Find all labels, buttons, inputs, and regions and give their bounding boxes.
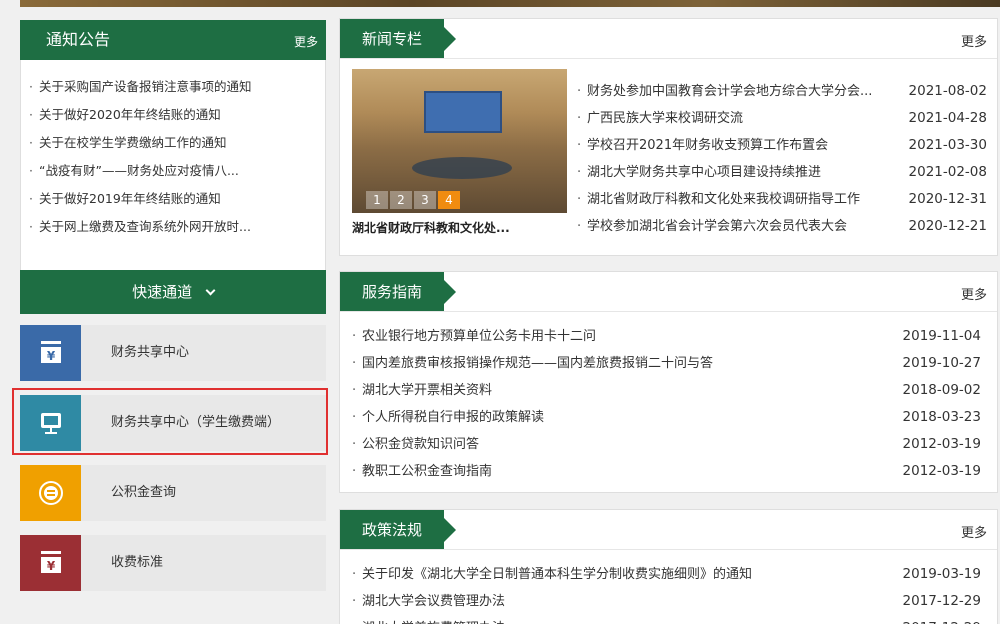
quick-item-label: 财务共享中心（学生缴费端） (111, 415, 281, 430)
quick-item-label: 收费标准 (111, 555, 164, 570)
quick-item-label: 财务共享中心 (111, 345, 190, 360)
notice-panel: 通知公告 更多 关于采购国产设备报销注意事项的通知 关于做好2020年年终结账的… (20, 20, 326, 272)
service-panel: 服务指南 更多 农业银行地方预算单位公务卡用卡十二问2019-11-04 国内差… (339, 271, 998, 493)
service-item[interactable]: 教职工公积金查询指南2012-03-19 (352, 458, 981, 485)
news-tab: 新闻专栏 (340, 19, 456, 59)
news-item[interactable]: 学校参加湖北省会计学会第六次会员代表大会2020-12-21 (577, 213, 987, 240)
service-tab: 服务指南 (340, 272, 456, 312)
notice-item[interactable]: 关于网上缴费及查询系统外网开放时... (21, 213, 325, 241)
quick-item-label: 公积金查询 (111, 485, 177, 500)
monitor-icon (20, 395, 81, 451)
chevron-down-icon (205, 285, 216, 296)
policy-header: 政策法规 更多 (340, 510, 997, 550)
news-item[interactable]: 湖北大学财务共享中心项目建设持续推进2021-02-08 (577, 159, 987, 186)
news-slideshow-image[interactable]: 1 2 3 4 (352, 69, 567, 213)
slideshow-pager: 1 2 3 4 (366, 191, 460, 209)
policy-item[interactable]: 关于印发《湖北大学全日制普通本科生学分制收费实施细则》的通知2019-03-19 (352, 561, 981, 588)
meeting-table (412, 157, 512, 179)
news-panel: 新闻专栏 更多 1 2 3 4 湖北省财政厅科教和文化处... 财务处参加中国教… (339, 18, 998, 256)
notice-header: 通知公告 更多 (20, 20, 326, 60)
policy-panel: 政策法规 更多 关于印发《湖北大学全日制普通本科生学分制收费实施细则》的通知20… (339, 509, 998, 624)
quick-item-finance-share[interactable]: ¥ 财务共享中心 (20, 325, 326, 381)
news-header: 新闻专栏 更多 (340, 19, 997, 59)
notice-title: 通知公告 (46, 30, 111, 49)
policy-item[interactable]: 湖北大学差旅费管理办法2017-12-29 (352, 615, 981, 624)
svg-text:¥: ¥ (46, 349, 55, 363)
notice-list: 关于采购国产设备报销注意事项的通知 关于做好2020年年终结账的通知 关于在校学… (21, 73, 325, 241)
policy-list: 关于印发《湖北大学全日制普通本科生学分制收费实施细则》的通知2019-03-19… (352, 561, 981, 624)
yen-card-icon: ¥ (20, 325, 81, 381)
news-item[interactable]: 湖北省财政厅科教和文化处来我校调研指导工作2020-12-31 (577, 186, 987, 213)
service-more-link[interactable]: 更多 (961, 284, 987, 303)
service-item[interactable]: 湖北大学开票相关资料2018-09-02 (352, 377, 981, 404)
news-item[interactable]: 学校召开2021年财务收支预算工作布置会2021-03-30 (577, 132, 987, 159)
policy-item[interactable]: 湖北大学会议费管理办法2017-12-29 (352, 588, 981, 615)
pager-dot[interactable]: 2 (390, 191, 412, 209)
quick-access-header[interactable]: 快速通道 (20, 270, 326, 314)
notice-item[interactable]: 关于做好2019年年终结账的通知 (21, 185, 325, 213)
news-list: 财务处参加中国教育会计学会地方综合大学分会...2021-08-02 广西民族大… (577, 78, 987, 240)
service-item[interactable]: 个人所得税自行申报的政策解读2018-03-23 (352, 404, 981, 431)
policy-more-link[interactable]: 更多 (961, 522, 987, 541)
pager-dot[interactable]: 3 (414, 191, 436, 209)
yen-card-icon: ¥ (20, 535, 81, 591)
quick-access-title: 快速通道 (132, 283, 193, 301)
quick-item-student-payment[interactable]: 财务共享中心（学生缴费端） (20, 395, 326, 451)
pager-dot[interactable]: 1 (366, 191, 388, 209)
notice-item[interactable]: 关于采购国产设备报销注意事项的通知 (21, 73, 325, 101)
news-item[interactable]: 广西民族大学来校调研交流2021-04-28 (577, 105, 987, 132)
pager-dot-active[interactable]: 4 (438, 191, 460, 209)
notice-item[interactable]: “战疫有财”——财务处应对疫情八... (21, 157, 325, 185)
service-header: 服务指南 更多 (340, 272, 997, 312)
slideshow-caption[interactable]: 湖北省财政厅科教和文化处... (352, 219, 510, 236)
service-item[interactable]: 农业银行地方预算单位公务卡用卡十二问2019-11-04 (352, 323, 981, 350)
top-banner-strip (20, 0, 1000, 7)
quick-item-fund-query[interactable]: 公积金查询 (20, 465, 326, 521)
notice-item[interactable]: 关于做好2020年年终结账的通知 (21, 101, 325, 129)
notice-more-link[interactable]: 更多 (294, 33, 318, 50)
news-more-link[interactable]: 更多 (961, 31, 987, 50)
policy-tab: 政策法规 (340, 510, 456, 550)
svg-text:¥: ¥ (46, 559, 55, 573)
quick-item-fee-standard[interactable]: ¥ 收费标准 (20, 535, 326, 591)
notice-item[interactable]: 关于在校学生学费缴纳工作的通知 (21, 129, 325, 157)
fund-icon (20, 465, 81, 521)
service-item[interactable]: 公积金贷款知识问答2012-03-19 (352, 431, 981, 458)
meeting-screen (424, 91, 502, 133)
service-item[interactable]: 国内差旅费审核报销操作规范——国内差旅费报销二十问与答2019-10-27 (352, 350, 981, 377)
news-item[interactable]: 财务处参加中国教育会计学会地方综合大学分会...2021-08-02 (577, 78, 987, 105)
service-list: 农业银行地方预算单位公务卡用卡十二问2019-11-04 国内差旅费审核报销操作… (352, 323, 981, 485)
